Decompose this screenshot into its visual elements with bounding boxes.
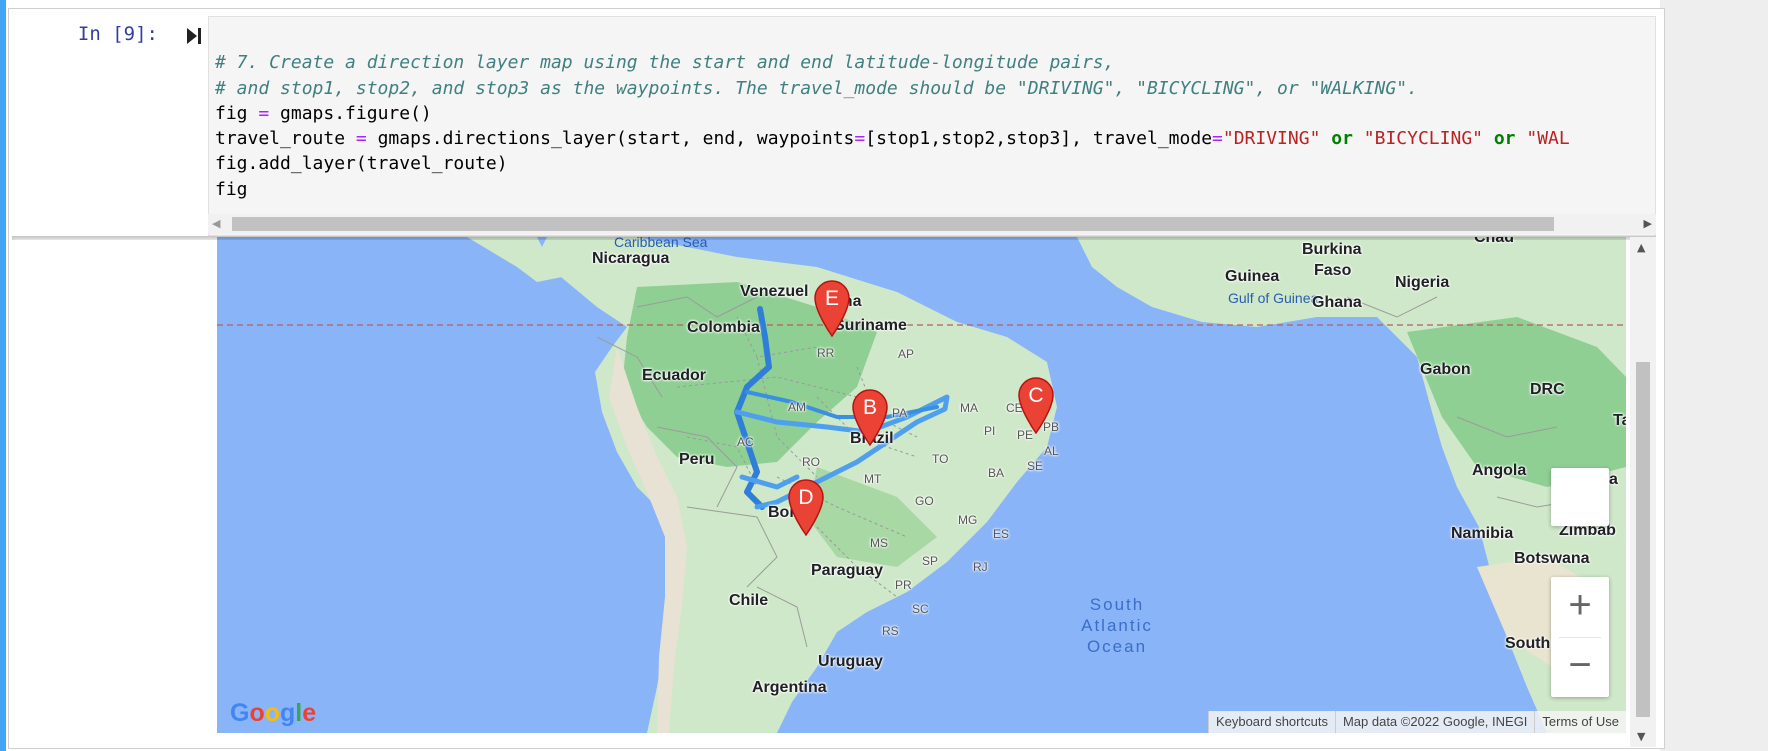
marker-d[interactable]: D <box>787 478 825 536</box>
state-label-al: AL <box>1044 444 1059 458</box>
country-label-faso: Faso <box>1314 262 1352 279</box>
country-label-nigeria: Nigeria <box>1395 274 1450 291</box>
output-vertical-scrollbar[interactable]: ▲ ▼ <box>1630 237 1656 747</box>
country-label-botswana: Botswana <box>1514 550 1590 567</box>
zoom-control: + − <box>1551 577 1609 697</box>
scroll-down-arrow-icon[interactable]: ▼ <box>1637 730 1645 743</box>
map-data-credit: Map data ©2022 Google, INEGI <box>1334 711 1535 733</box>
state-label-sc: SC <box>912 602 929 616</box>
state-label-es: ES <box>993 527 1010 541</box>
country-label-uruguay: Uruguay <box>818 653 883 670</box>
country-label-tanzania: Ta <box>1613 412 1626 429</box>
country-label-angola: Angola <box>1472 462 1527 479</box>
marker-c[interactable]: C <box>1017 376 1055 434</box>
cell-selection-bar <box>0 0 6 751</box>
zoom-out-button[interactable]: − <box>1551 637 1609 697</box>
country-label-burkina: Burkina <box>1302 241 1362 258</box>
country-label-gabon: Gabon <box>1420 361 1471 378</box>
input-prompt: In [9]: <box>77 23 158 45</box>
scroll-up-arrow-icon[interactable]: ▲ <box>1637 241 1645 254</box>
atlantic-ocean-label: South Atlantic Ocean <box>1081 595 1153 656</box>
code-line-5: fig.add_layer(travel_route) <box>215 153 508 175</box>
scroll-left-arrow-icon[interactable]: ◀ <box>212 217 220 230</box>
marker-b[interactable]: B <box>851 388 889 446</box>
state-label-rr: RR <box>817 346 835 360</box>
scroll-right-arrow-icon[interactable]: ▶ <box>1644 217 1652 230</box>
state-label-am: AM <box>788 400 806 414</box>
marker-e[interactable]: E <box>813 279 851 337</box>
output-area-shadow <box>12 236 1656 240</box>
google-map[interactable]: Caribbean Sea Gulf of Guinea South Atlan… <box>217 237 1626 733</box>
state-label-rs: RS <box>882 624 899 638</box>
terms-of-use-link[interactable]: Terms of Use <box>1534 711 1626 733</box>
country-label-argentina: Argentina <box>752 679 827 696</box>
state-label-ms: MS <box>870 536 888 550</box>
code-horizontal-scrollbar[interactable]: ◀ ▶ <box>208 214 1656 234</box>
state-label-go: GO <box>915 494 934 508</box>
state-label-ap: AP <box>898 347 915 361</box>
country-label-ecuador: Ecuador <box>642 367 707 384</box>
state-label-mg: MG <box>958 513 978 527</box>
code-editor[interactable]: # 7. Create a direction layer map using … <box>208 16 1656 236</box>
state-label-pi: PI <box>984 424 996 438</box>
state-label-rj: RJ <box>973 560 988 574</box>
state-label-sp: SP <box>922 554 939 568</box>
code-line-6: fig <box>215 178 248 200</box>
map-attribution: Keyboard shortcuts Map data ©2022 Google… <box>1207 711 1626 733</box>
state-label-ro: RO <box>802 455 820 469</box>
gulf-of-guinea-label: Gulf of Guinea <box>1228 290 1319 306</box>
state-label-ac: AC <box>737 435 754 449</box>
map-canvas <box>217 237 1626 733</box>
state-label-to: TO <box>932 452 949 466</box>
country-label-nicaragua: Nicaragua <box>592 250 670 267</box>
code-line-3: fig = gmaps.figure() <box>215 102 432 124</box>
code-line-4: travel_route = gmaps.directions_layer(st… <box>215 128 1570 150</box>
state-label-mt: MT <box>864 472 882 486</box>
country-label-namibia: Namibia <box>1451 525 1514 542</box>
country-label-colombia: Colombia <box>687 319 760 336</box>
run-cell-icon[interactable] <box>186 27 202 45</box>
code-line-2: # and stop1, stop2, and stop3 as the way… <box>215 77 1418 99</box>
vertical-scroll-thumb[interactable] <box>1636 362 1650 717</box>
state-label-ba: BA <box>988 466 1005 480</box>
google-logo[interactable]: Google <box>230 699 316 728</box>
country-label-drc: DRC <box>1530 381 1565 398</box>
state-label-ma: MA <box>960 401 978 415</box>
notebook-right-gutter <box>1660 0 1768 751</box>
country-label-peru: Peru <box>679 451 715 468</box>
country-label-south-africa: South <box>1505 635 1551 652</box>
country-label-venezuela: Venezuel <box>740 283 809 300</box>
country-label-guinea: Guinea <box>1225 268 1280 285</box>
state-label-pa: PA <box>892 406 908 420</box>
country-label-zambia: a <box>1609 471 1618 488</box>
country-label-chile: Chile <box>729 592 769 609</box>
country-label-ghana: Ghana <box>1312 294 1362 311</box>
keyboard-shortcuts-link[interactable]: Keyboard shortcuts <box>1207 711 1335 733</box>
fullscreen-button[interactable] <box>1551 468 1609 526</box>
code-line-1: # 7. Create a direction layer map using … <box>215 52 1115 74</box>
zoom-in-button[interactable]: + <box>1551 577 1609 637</box>
state-label-pr: PR <box>895 578 912 592</box>
state-label-se: SE <box>1027 459 1044 473</box>
country-label-paraguay: Paraguay <box>811 562 884 579</box>
horizontal-scroll-thumb[interactable] <box>232 217 1554 231</box>
